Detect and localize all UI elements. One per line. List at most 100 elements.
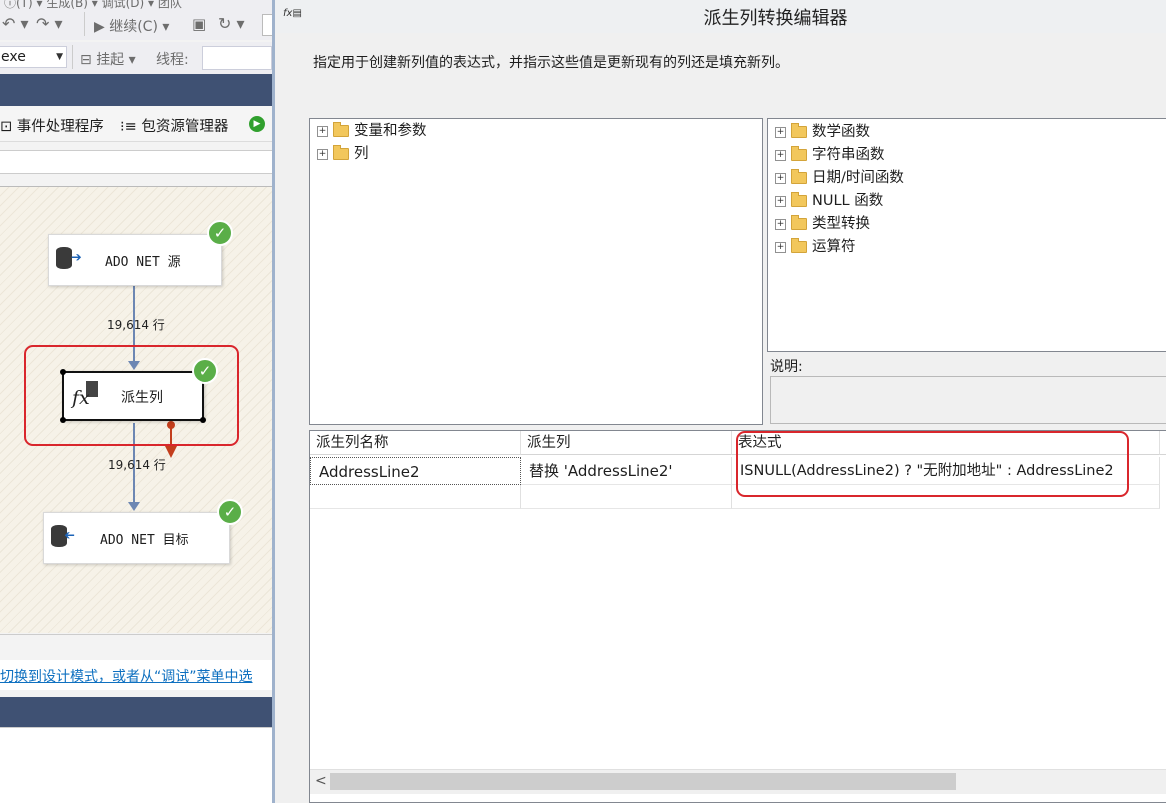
expand-icon[interactable]: + [775, 195, 786, 207]
expand-icon[interactable]: + [775, 218, 786, 230]
redo-icon[interactable]: ↷ ▾ [36, 14, 63, 33]
restart-icon[interactable]: ↻ ▾ [218, 14, 245, 33]
dialog-title-bar: fx▤ 派生列转换编辑器 [275, 0, 1166, 33]
fx-icon: fx [70, 381, 100, 411]
canvas-scrollbar[interactable] [0, 634, 272, 659]
tree-node-label: 类型转换 [812, 216, 870, 232]
toolbar-separator-2 [72, 45, 73, 69]
folder-icon [791, 146, 807, 161]
continue-label: 继续(C) [109, 19, 158, 35]
tree-node-label: 日期/时间函数 [812, 170, 904, 186]
row-count-2: 19,614 行 [108, 458, 166, 472]
designer-tab-row: ⊡ 事件处理程序 ⁝≡ 包资源管理器 ▶ [0, 106, 272, 142]
process-combo-value: exe [1, 49, 26, 65]
event-handler-icon: ⊡ [0, 119, 13, 135]
debug-toolbar-top: ⓘ(T) ▾ 生成(B) ▾ 调试(D) ▾ 团队 ↶ ▾ ↷ ▾ ▶ 继续(C… [0, 0, 272, 40]
grid-cell-empty[interactable] [521, 485, 732, 509]
derived-column-editor-dialog: fx▤ 派生列转换编辑器 指定用于创建新列值的表达式，并指示这些值是更新现有的列… [272, 0, 1166, 803]
selection-handle[interactable] [60, 417, 66, 423]
ado-net-source-component[interactable]: ➔ ADO NET 源 [48, 234, 222, 286]
suspend-button[interactable]: ⊟ 挂起 ▾ [80, 49, 136, 69]
folder-icon [791, 238, 807, 253]
horizontal-scrollbar[interactable]: < [310, 769, 1166, 794]
destination-label: ADO NET 目标 [100, 533, 189, 548]
ado-net-destination-component[interactable]: ➔ ADO NET 目标 [43, 512, 230, 564]
tree-node-null-functions[interactable]: + NULL 函数 [775, 191, 883, 211]
tree-node-label: 运算符 [812, 239, 856, 255]
column-header-overflow [1160, 431, 1166, 455]
expand-icon[interactable]: + [317, 125, 328, 137]
highlight-box-expression [736, 431, 1129, 497]
tab-event-handlers-label: 事件处理程序 [16, 119, 104, 135]
functions-tree[interactable]: + 数学函数 + 字符串函数 + 日期/时间函数 + NULL 函数 + 类型转换 + 运算… [767, 118, 1166, 352]
tree-node-label: 数学函数 [812, 124, 870, 140]
play-icon[interactable]: ▶ [249, 116, 265, 132]
folder-icon [791, 215, 807, 230]
tree-node-columns[interactable]: + 列 [317, 144, 369, 164]
error-arrow-head [165, 446, 177, 458]
derived-label: 派生列 [121, 390, 163, 406]
tab-package-explorer[interactable]: ⁝≡ 包资源管理器 [120, 115, 228, 136]
description-label: 说明: [770, 359, 803, 375]
selection-handle[interactable] [60, 369, 66, 375]
tree-node-string-functions[interactable]: + 字符串函数 [775, 145, 885, 165]
output-panel-header [0, 697, 272, 727]
expand-icon[interactable]: + [317, 148, 328, 160]
folder-icon [791, 123, 807, 138]
column-header-derived[interactable]: 派生列 [521, 431, 732, 455]
thread-label: 线程: [156, 52, 189, 68]
tree-node-datetime-functions[interactable]: + 日期/时间函数 [775, 168, 904, 188]
toolbar-overflow[interactable] [262, 14, 272, 36]
arrow-right-icon: ➔ [71, 247, 82, 268]
folder-icon [791, 169, 807, 184]
undo-icon[interactable]: ↶ ▾ [2, 14, 29, 33]
expand-icon[interactable]: + [775, 241, 786, 253]
tab-package-explorer-label: 包资源管理器 [141, 119, 229, 135]
toolbar-separator [84, 12, 85, 36]
arrow-head-2 [128, 502, 140, 511]
selection-handle[interactable] [200, 417, 206, 423]
column-header-name[interactable]: 派生列名称 [310, 431, 521, 455]
grid-cell-name[interactable]: AddressLine2 [310, 457, 521, 485]
window-icon[interactable]: ▣ [192, 15, 206, 33]
document-tab-bar [0, 74, 272, 106]
folder-icon [333, 122, 349, 137]
chevron-down-icon: ▼ [56, 52, 63, 62]
process-combo[interactable]: exe ▼ [0, 46, 67, 68]
switch-design-mode-link[interactable]: 切换到设计模式，或者从“调试”菜单中选 [0, 666, 253, 686]
tree-node-type-casts[interactable]: + 类型转换 [775, 214, 870, 234]
tree-node-operators[interactable]: + 运算符 [775, 237, 856, 257]
grid-cell-empty[interactable] [310, 485, 521, 509]
tree-node-label: 列 [354, 146, 369, 162]
grid-cell-derived[interactable]: 替换 'AddressLine2' [521, 457, 732, 485]
dialog-title: 派生列转换编辑器 [703, 8, 848, 29]
expand-icon[interactable]: + [775, 172, 786, 184]
row-count-1: 19,614 行 [107, 318, 165, 332]
tree-icon: ⁝≡ [120, 119, 137, 135]
output-panel [0, 727, 272, 803]
task-path-bar [0, 150, 272, 174]
continue-button[interactable]: ▶ 继续(C) ▾ [94, 16, 169, 36]
success-check-icon: ✓ [192, 358, 218, 384]
tree-node-label: 变量和参数 [354, 123, 427, 139]
derived-columns-grid[interactable]: 派生列名称 派生列 表达式 AddressLine2 替换 'AddressLi… [309, 430, 1166, 803]
description-box [770, 376, 1166, 424]
tab-event-handlers[interactable]: ⊡ 事件处理程序 [0, 115, 104, 136]
suspend-label: 挂起 [96, 52, 125, 68]
variables-columns-tree[interactable]: + 变量和参数 + 列 [309, 118, 763, 425]
tree-node-label: NULL 函数 [812, 193, 884, 209]
expand-icon[interactable]: + [775, 149, 786, 161]
tree-node-label: 字符串函数 [812, 147, 885, 163]
folder-icon [791, 192, 807, 207]
thread-combo[interactable] [202, 46, 272, 70]
database-icon [56, 247, 72, 269]
scroll-thumb[interactable] [330, 773, 956, 790]
toolbar-cut-off-menu: ⓘ(T) ▾ 生成(B) ▾ 调试(D) ▾ 团队 [4, 0, 182, 10]
tree-node-variables[interactable]: + 变量和参数 [317, 121, 427, 141]
tree-node-math-functions[interactable]: + 数学函数 [775, 122, 870, 142]
expand-icon[interactable]: + [775, 126, 786, 138]
vs-designer-window: ⓘ(T) ▾ 生成(B) ▾ 调试(D) ▾ 团队 ↶ ▾ ↷ ▾ ▶ 继续(C… [0, 0, 272, 803]
scroll-left-icon[interactable]: < [315, 773, 327, 789]
derived-column-component[interactable]: fx 派生列 [60, 369, 206, 423]
dialog-description: 指定用于创建新列值的表达式，并指示这些值是更新现有的列还是填充新列。 [313, 55, 789, 71]
